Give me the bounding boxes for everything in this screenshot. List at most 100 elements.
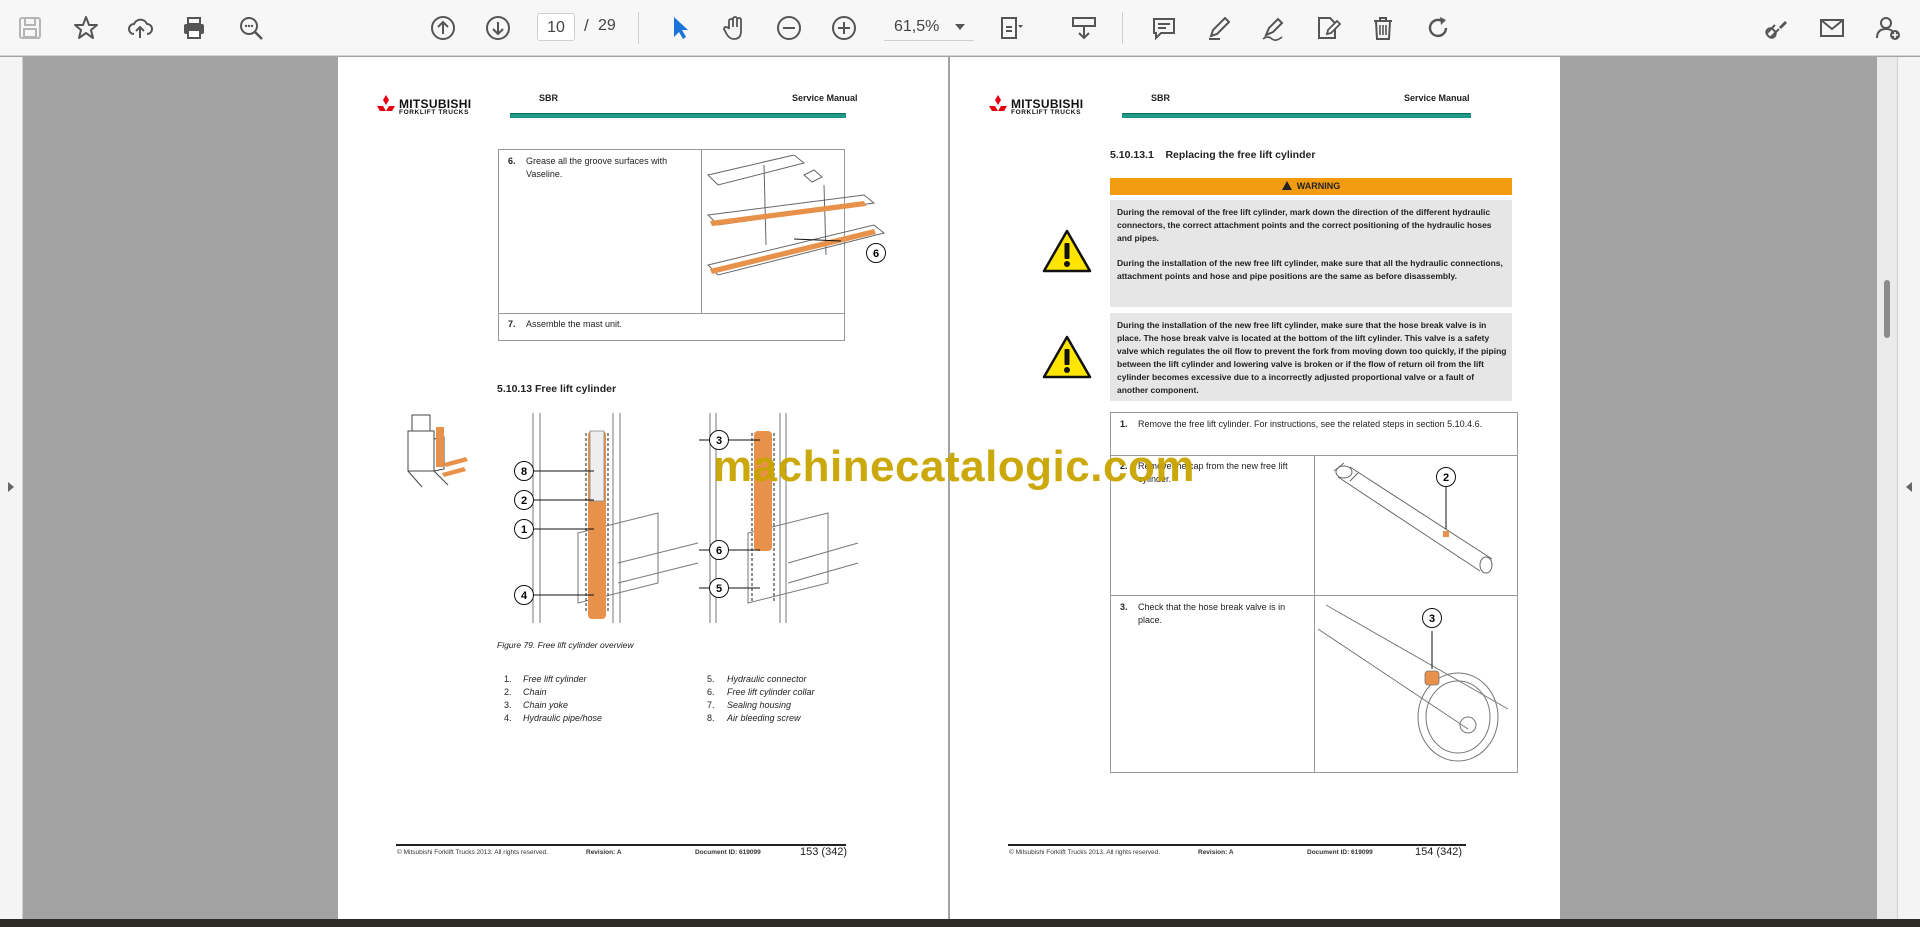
highlight-button[interactable] xyxy=(1203,12,1235,44)
hand-tool-button[interactable] xyxy=(718,12,750,44)
bookmark-button[interactable] xyxy=(70,12,102,44)
fit-page-icon xyxy=(1001,17,1023,39)
legend-number: 2. xyxy=(504,687,512,697)
step-number: 3. xyxy=(1120,602,1128,612)
callout-marker: 2 xyxy=(1436,467,1456,487)
header-title: Service Manual xyxy=(792,93,858,103)
cursor-arrow-icon xyxy=(674,17,688,39)
scrollbar-thumb[interactable] xyxy=(1884,280,1890,338)
sign-button[interactable] xyxy=(1257,12,1289,44)
find-button[interactable] xyxy=(235,12,267,44)
legend-number: 1. xyxy=(504,674,512,684)
table-divider xyxy=(1314,455,1315,773)
footer-page-number: 154 (342) xyxy=(1415,846,1463,858)
email-button[interactable] xyxy=(1816,12,1848,44)
next-page-button[interactable] xyxy=(482,12,514,44)
add-user-button[interactable] xyxy=(1872,12,1904,44)
warning-banner: WARNING xyxy=(1110,178,1512,195)
save-icon xyxy=(19,17,41,39)
rotate-icon xyxy=(1428,17,1448,38)
printer-icon xyxy=(184,17,204,39)
scroll-mode-button[interactable] xyxy=(1068,12,1100,44)
table-divider xyxy=(498,313,845,314)
delete-button[interactable] xyxy=(1367,12,1399,44)
toolbar: 10 / 29 61,5% xyxy=(0,0,1920,56)
legend-number: 6. xyxy=(707,687,715,697)
arrow-up-circle-icon xyxy=(431,16,455,40)
brand-name: MITSUBISHI FORKLIFT TRUCKS xyxy=(399,97,472,116)
trash-icon xyxy=(1374,17,1392,40)
step-number: 7. xyxy=(508,319,516,329)
warning-label: WARNING xyxy=(1296,181,1341,191)
page-number-input[interactable]: 10 xyxy=(537,13,575,41)
footer-rule xyxy=(1008,844,1466,846)
select-tool-button[interactable] xyxy=(664,12,696,44)
mitsubishi-logo-icon xyxy=(989,95,1007,111)
rotate-button[interactable] xyxy=(1423,12,1455,44)
mast-rail-illustration xyxy=(706,155,886,276)
header-code: SBR xyxy=(1151,93,1171,103)
callout-marker: 8 xyxy=(514,461,534,481)
mitsubishi-logo-icon xyxy=(377,95,395,111)
header-title: Service Manual xyxy=(1404,93,1470,103)
chevron-down-icon[interactable] xyxy=(955,24,965,30)
step-text: Check that the hose break valve is in pl… xyxy=(1138,602,1286,625)
right-panel-toggle[interactable] xyxy=(1897,57,1920,919)
link-pen-icon xyxy=(1765,21,1787,39)
upload-button[interactable] xyxy=(124,12,156,44)
step-text: Grease all the groove surfaces with Vase… xyxy=(526,156,668,179)
header-code: SBR xyxy=(539,93,559,103)
legend-label: Hydraulic pipe/hose xyxy=(523,713,603,723)
footer-revision: Revision: A xyxy=(1198,849,1234,856)
zoom-in-button[interactable] xyxy=(828,12,860,44)
taskbar-edge xyxy=(0,919,1920,927)
legend-number: 3. xyxy=(504,700,512,710)
previous-page-button[interactable] xyxy=(427,12,459,44)
scroll-down-icon xyxy=(1072,17,1096,40)
table-divider xyxy=(701,149,702,314)
mail-icon xyxy=(1820,19,1844,37)
callout-marker: 6 xyxy=(709,540,729,560)
section-heading: 5.10.13 Free lift cylinder xyxy=(497,383,617,395)
zoom-out-button[interactable] xyxy=(773,12,805,44)
header-rule xyxy=(510,113,846,118)
footer-copyright: © Mitsubishi Forklift Trucks 2013. All r… xyxy=(397,849,549,856)
comment-icon xyxy=(1153,18,1175,41)
search-icon xyxy=(240,17,263,40)
plus-circle-icon xyxy=(832,16,856,40)
section-heading: 5.10.13.1 Replacing the free lift cylind… xyxy=(1110,149,1316,161)
forklift-icon xyxy=(407,414,468,488)
header-rule xyxy=(1122,113,1471,118)
scrollbar[interactable] xyxy=(1877,57,1897,919)
page-total: 29 xyxy=(598,17,616,34)
legend-label: Air bleeding screw xyxy=(727,713,801,723)
add-user-icon xyxy=(1876,17,1900,40)
figure-caption: Figure 79. Free lift cylinder overview xyxy=(497,640,634,650)
legend-number: 5. xyxy=(707,674,715,684)
watermark-text: machinecatalogic.com xyxy=(713,442,1195,491)
arrow-down-circle-icon xyxy=(486,16,510,40)
warning-sign-icon xyxy=(1042,229,1092,273)
warning-paragraph: During the installation of the new free … xyxy=(1117,320,1507,395)
legend-label: Chain yoke xyxy=(523,700,569,710)
star-icon xyxy=(74,16,98,39)
step-number: 6. xyxy=(508,156,516,166)
page-fit-button[interactable] xyxy=(995,12,1027,44)
share-link-button[interactable] xyxy=(1760,12,1792,44)
left-panel-toggle[interactable] xyxy=(0,57,23,919)
footer-page-number: 153 (342) xyxy=(800,846,848,858)
minus-circle-icon xyxy=(777,16,801,40)
edit-document-icon xyxy=(1318,17,1341,39)
save-button[interactable] xyxy=(14,12,46,44)
legend-number: 7. xyxy=(707,700,715,710)
callout-marker: 1 xyxy=(514,519,534,539)
edit-pdf-button[interactable] xyxy=(1312,12,1344,44)
comment-button[interactable] xyxy=(1148,12,1180,44)
legend-label: Hydraulic connector xyxy=(727,674,807,684)
cloud-upload-icon xyxy=(128,18,153,38)
chevron-right-icon xyxy=(8,482,14,492)
print-button[interactable] xyxy=(178,12,210,44)
warning-paragraph: During the installation of the new free … xyxy=(1117,258,1503,281)
legend-number: 8. xyxy=(707,713,715,723)
footer-copyright: © Mitsubishi Forklift Trucks 2013. All r… xyxy=(1009,849,1161,856)
